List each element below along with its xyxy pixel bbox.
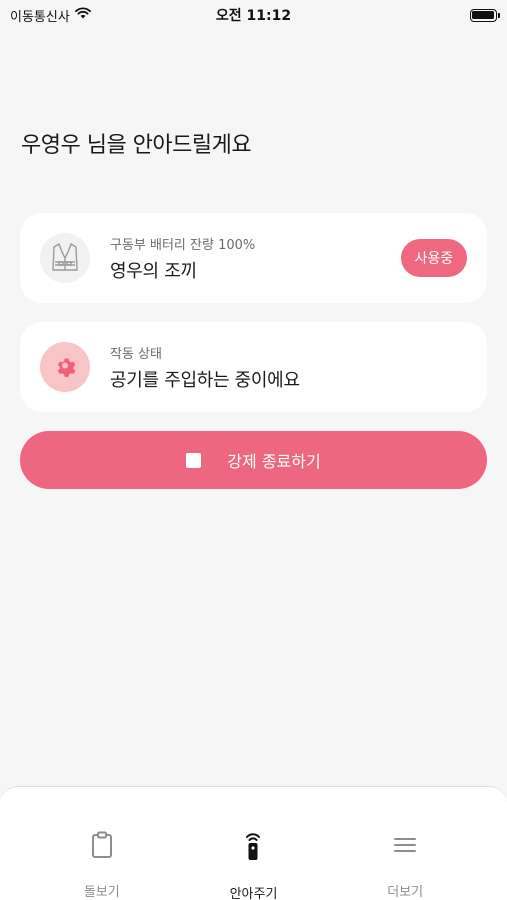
- force-stop-label: 강제 종료하기: [227, 452, 321, 471]
- status-left: 이동통신사: [10, 6, 160, 25]
- device-card[interactable]: 구동부 배터리 잔량 100% 영우의 조끼 사용중: [20, 213, 487, 303]
- tab-label: 돌보기: [83, 885, 120, 900]
- operation-status-card: 작동 상태 공기를 주입하는 중이에요: [20, 322, 487, 412]
- vest-icon: [40, 233, 90, 283]
- wifi-icon: [74, 7, 91, 23]
- page-title: 우영우 님을 안아드릴게요: [21, 133, 252, 158]
- gear-icon: [40, 342, 90, 392]
- tab-care[interactable]: 돌보기: [42, 787, 162, 900]
- stop-icon: [186, 452, 202, 468]
- battery-icon: [469, 8, 500, 22]
- device-name: 영우의 조끼: [110, 260, 197, 282]
- status-label: 작동 상태: [110, 346, 162, 362]
- tab-label: 더보기: [387, 885, 424, 900]
- tab-more[interactable]: 더보기: [345, 787, 465, 900]
- in-use-badge[interactable]: 사용중: [401, 239, 467, 277]
- remote-icon: [242, 831, 264, 861]
- tab-label: 안아주기: [229, 887, 278, 900]
- carrier-label: 이동통신사: [10, 9, 70, 25]
- clock: 오전 11:12: [215, 8, 292, 24]
- status-value: 공기를 주입하는 중이에요: [110, 369, 300, 391]
- tab-hug[interactable]: 안아주기: [193, 787, 313, 900]
- menu-icon: [393, 831, 417, 859]
- battery-level-label: 구동부 배터리 잔량 100%: [110, 237, 256, 253]
- clipboard-icon: [90, 831, 114, 859]
- tab-bar: 돌보기 안아주기 더보기: [0, 786, 507, 900]
- status-bar: 이동통신사 오전 11:12: [0, 0, 507, 30]
- force-stop-button[interactable]: 강제 종료하기: [20, 431, 487, 489]
